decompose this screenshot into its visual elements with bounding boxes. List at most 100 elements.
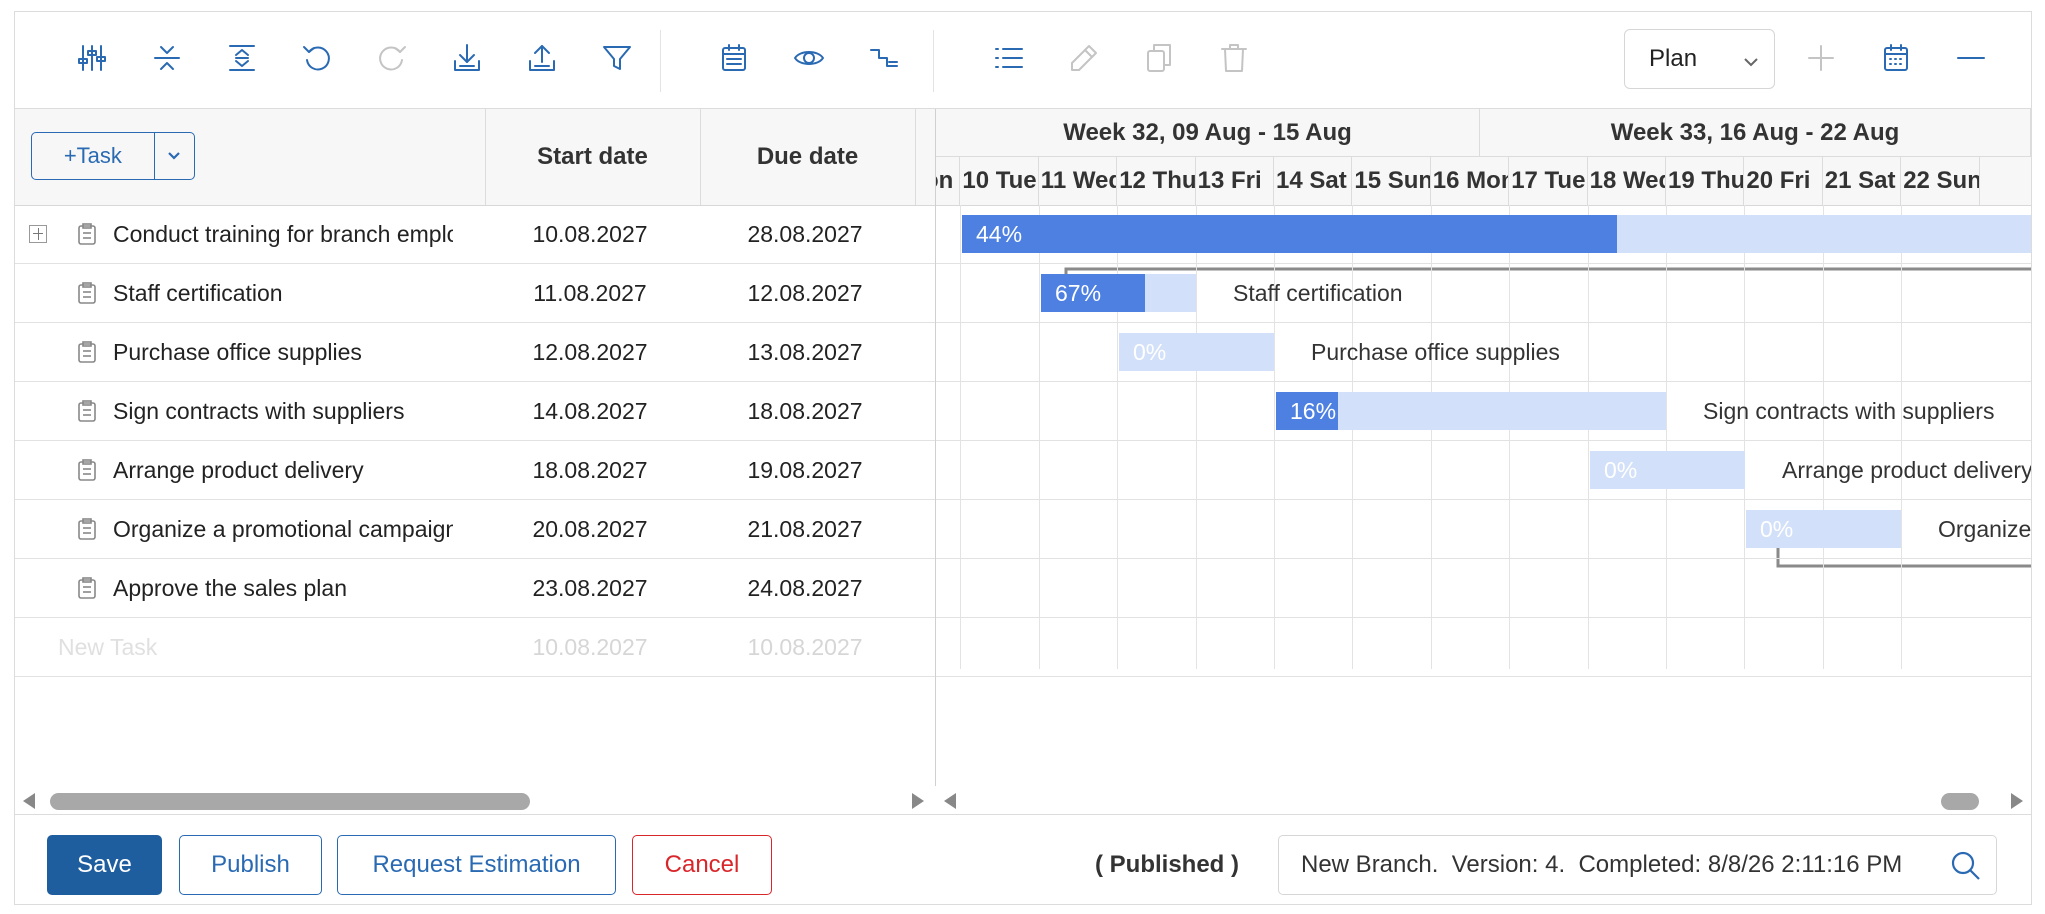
task-clipboard-icon (75, 281, 99, 305)
task-bar[interactable]: 67% (1041, 274, 1196, 312)
task-bar[interactable]: 0% (1590, 451, 1745, 489)
task-due-date: 12.08.2027 (747, 280, 863, 306)
eye-icon[interactable] (787, 36, 831, 80)
day-gridline (1509, 205, 1510, 669)
version-input[interactable] (1279, 836, 1919, 894)
task-start-date: 14.08.2027 (532, 398, 648, 424)
scrollbar-thumb[interactable] (1941, 793, 1979, 810)
task-due-date: 24.08.2027 (747, 575, 863, 601)
publish-button[interactable]: Publish (179, 835, 322, 895)
task-bar-label: Staff certification (1233, 280, 1403, 306)
task-start-date: 20.08.2027 (532, 516, 648, 542)
critical-path-icon[interactable] (862, 36, 906, 80)
cancel-button[interactable]: Cancel (632, 835, 772, 895)
day-gridline (1666, 205, 1667, 669)
day-header: 11 Wed (1039, 157, 1118, 205)
edit-icon[interactable] (1062, 36, 1106, 80)
undo-icon[interactable] (295, 36, 339, 80)
task-bar[interactable]: 0% (1119, 333, 1274, 371)
task-clipboard-icon (75, 399, 99, 423)
collapse-all-icon[interactable] (145, 36, 189, 80)
day-header: 15 Sun (1352, 157, 1431, 205)
task-start-date: 12.08.2027 (532, 339, 648, 365)
day-header: 16 Mon (1431, 157, 1510, 205)
chevron-down-icon (168, 152, 181, 160)
request-estimation-button[interactable]: Request Estimation (337, 835, 616, 895)
table-row[interactable]: Staff certification 11.08.2027 12.08.202… (15, 264, 935, 323)
week-header: Week 33, 16 Aug - 22 Aug (1480, 109, 2031, 157)
footer: Save Publish Request Estimation Cancel (… (15, 814, 2031, 904)
expand-all-icon[interactable] (220, 36, 264, 80)
search-icon[interactable] (1950, 850, 1982, 882)
calendar-grid-icon[interactable] (1874, 36, 1918, 80)
task-start-date: 10.08.2027 (532, 221, 648, 247)
table-row[interactable]: Approve the sales plan 23.08.2027 24.08.… (15, 559, 935, 618)
trash-icon[interactable] (1212, 36, 1256, 80)
row-gridline (936, 322, 2031, 323)
scroll-right-arrow-icon[interactable] (2011, 793, 2023, 809)
copy-icon[interactable] (1137, 36, 1181, 80)
scroll-left-arrow-icon[interactable] (944, 793, 956, 809)
task-due-date: 21.08.2027 (747, 516, 863, 542)
download-icon[interactable] (445, 36, 489, 80)
scroll-right-arrow-icon[interactable] (912, 793, 924, 809)
plan-select-value: Plan (1649, 45, 1698, 72)
day-header: 10 Tue (960, 157, 1039, 205)
task-bar-percent: 0% (1760, 516, 1794, 542)
new-task-row[interactable]: New Task 10.08.2027 10.08.2027 (15, 618, 935, 677)
upload-icon[interactable] (520, 36, 564, 80)
new-task-due-date: 10.08.2027 (747, 634, 863, 660)
zoom-out-icon[interactable] (1949, 36, 1993, 80)
grid-header: +Task Start date Due date (15, 109, 935, 206)
task-bar-percent: 44% (976, 221, 1023, 247)
task-bar[interactable]: 0% (1746, 510, 1901, 548)
task-name: Sign contracts with suppliers (113, 398, 405, 424)
row-gridline (936, 499, 2031, 500)
list-icon[interactable] (987, 36, 1031, 80)
redo-icon[interactable] (370, 36, 414, 80)
calendar-icon[interactable] (712, 36, 756, 80)
table-row[interactable]: Conduct training for branch employees 10… (15, 205, 935, 264)
chevron-down-icon (1742, 50, 1760, 68)
day-gridline (1901, 205, 1902, 669)
row-gridline (936, 381, 2031, 382)
row-gridline (936, 676, 2031, 677)
row-gridline (936, 440, 2031, 441)
toolbar: Plan (15, 12, 2031, 109)
gantt-horizontal-scrollbar[interactable] (936, 786, 2031, 814)
table-row[interactable]: Organize a promotional campaign 20.08.20… (15, 500, 935, 559)
day-header: 20 Fri (1744, 157, 1823, 205)
scrollbar-thumb[interactable] (50, 793, 530, 810)
task-clipboard-icon (75, 340, 99, 364)
grid-horizontal-scrollbar[interactable] (15, 786, 935, 814)
version-field[interactable] (1278, 835, 1997, 895)
task-clipboard-icon (75, 576, 99, 600)
table-row[interactable]: Arrange product delivery 18.08.2027 19.0… (15, 441, 935, 500)
day-header: 14 Sat (1274, 157, 1353, 205)
expand-toggle-icon[interactable] (29, 225, 47, 243)
filter-icon[interactable] (595, 36, 639, 80)
column-header-due-date[interactable]: Due date (700, 109, 915, 205)
task-name: Organize a promotional campaign (113, 516, 453, 542)
day-header: 12 Thu (1117, 157, 1196, 205)
table-row[interactable]: Sign contracts with suppliers 14.08.2027… (15, 382, 935, 441)
task-bar-percent: 0% (1604, 457, 1638, 483)
task-rows: Conduct training for branch employees 10… (15, 205, 935, 677)
task-bar-percent: 16% (1290, 398, 1337, 424)
scroll-left-arrow-icon[interactable] (23, 793, 35, 809)
week-header: Week 32, 09 Aug - 15 Aug (936, 109, 1480, 157)
day-gridline (1039, 205, 1040, 669)
task-bar[interactable]: 16% (1276, 392, 1666, 430)
column-settings-icon[interactable] (70, 36, 114, 80)
publish-status: ( Published ) (1095, 851, 1239, 878)
column-header-start-date[interactable]: Start date (485, 109, 700, 205)
save-button[interactable]: Save (47, 835, 162, 895)
add-task-button[interactable]: +Task (32, 133, 155, 179)
task-clipboard-icon (75, 517, 99, 541)
add-task-dropdown-button[interactable] (155, 133, 194, 179)
plus-icon[interactable] (1799, 36, 1843, 80)
table-row[interactable]: Purchase office supplies 12.08.2027 13.0… (15, 323, 935, 382)
day-gridline (1744, 205, 1745, 669)
task-bar[interactable]: 44% (962, 215, 2031, 253)
plan-select[interactable]: Plan (1624, 29, 1775, 89)
